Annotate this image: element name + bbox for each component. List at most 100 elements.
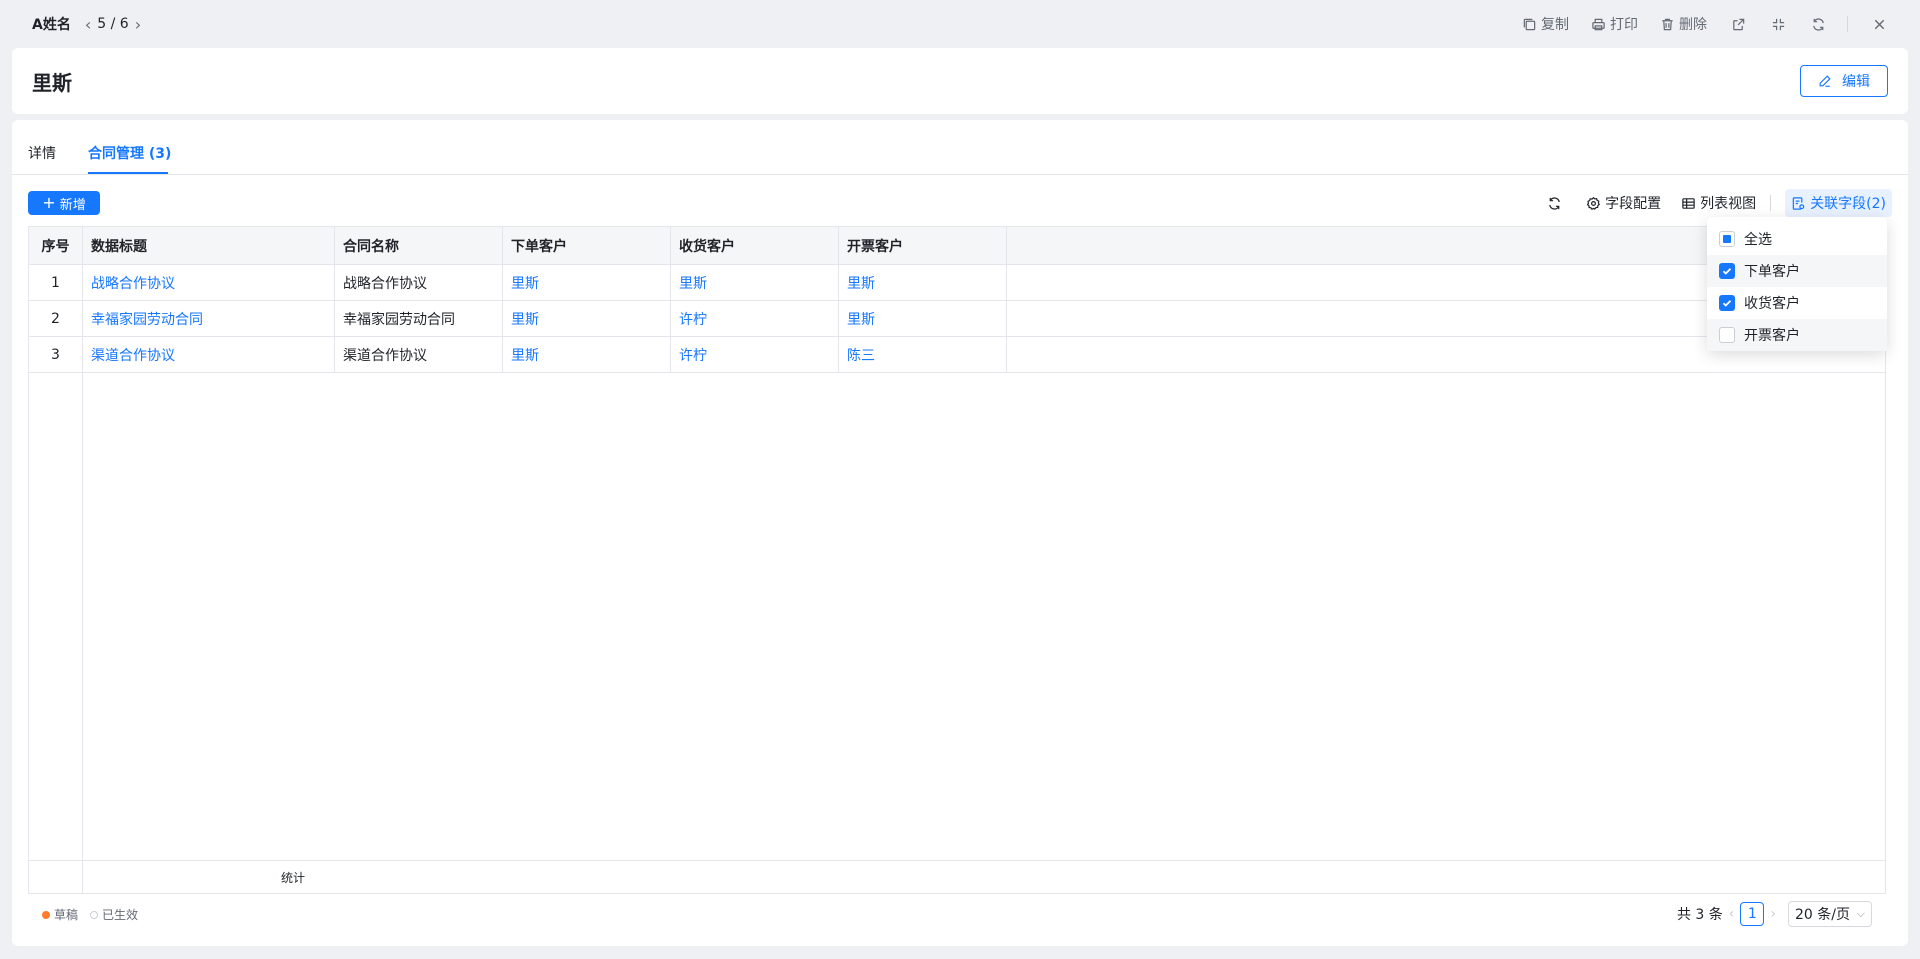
add-button[interactable]: + 新增 — [28, 191, 100, 215]
select-all-checkbox[interactable] — [1719, 231, 1735, 247]
order-customer-checkbox[interactable] — [1719, 263, 1735, 279]
row-contract: 渠道合作协议 — [335, 337, 503, 372]
prev-page-icon[interactable]: ‹ — [1729, 906, 1735, 922]
active-status-label: 已生效 — [102, 908, 139, 922]
invoice-customer-option[interactable]: 开票客户 — [1707, 319, 1887, 351]
receive-customer-option[interactable]: 收货客户 — [1707, 287, 1887, 319]
check-icon — [1722, 268, 1732, 275]
record-header: 里斯 编辑 — [12, 48, 1908, 114]
draft-status-label: 草稿 — [54, 908, 79, 922]
column-header-index: 序号 — [29, 227, 83, 264]
related-fields-popover: 全选 下单客户 收货客户 开票客户 — [1707, 217, 1887, 351]
table-row: 1 战略合作协议 战略合作协议 里斯 里斯 里斯 — [29, 265, 1885, 301]
row-index: 2 — [29, 301, 83, 336]
row-invoice-customer-link[interactable]: 里斯 — [839, 265, 1007, 300]
divider — [1847, 16, 1848, 32]
row-order-customer-link[interactable]: 里斯 — [503, 301, 671, 336]
refresh-icon[interactable] — [1809, 15, 1827, 33]
page-size-value: 20 条/页 — [1795, 907, 1850, 923]
related-fields-button[interactable]: 关联字段(2) — [1785, 189, 1892, 217]
select-all-option[interactable]: 全选 — [1707, 223, 1887, 255]
list-view-button[interactable]: 列表视图 — [1681, 193, 1756, 213]
open-external-icon[interactable] — [1729, 15, 1747, 33]
printer-icon — [1592, 18, 1605, 30]
main-panel: 详情 合同管理 (3) + 新增 字段配置 列表视图 关联字段(2) 序号 数据… — [12, 120, 1908, 946]
column-header-title: 数据标题 — [83, 227, 335, 264]
row-receive-customer-link[interactable]: 里斯 — [671, 265, 839, 300]
page-size-select[interactable]: 20 条/页 ⌵ — [1788, 901, 1872, 927]
row-title-link[interactable]: 幸福家园劳动合同 — [83, 301, 335, 336]
top-bar: A姓名 ‹ 5 / 6 › 复制 打印 删除 — [0, 0, 1920, 48]
summary-label: 统计 — [280, 870, 305, 885]
print-label: 打印 — [1610, 17, 1638, 33]
table-row: 3 渠道合作协议 渠道合作协议 里斯 许柠 陈三 — [29, 337, 1885, 373]
plus-icon: + — [42, 193, 56, 212]
row-contract: 幸福家园劳动合同 — [335, 301, 503, 336]
tab-bar: 详情 合同管理 (3) — [12, 120, 1908, 175]
trash-icon — [1662, 18, 1673, 30]
close-icon[interactable] — [1870, 15, 1888, 33]
total-count: 共 3 条 — [1676, 907, 1723, 923]
active-status-dot — [90, 910, 99, 919]
column-header-invoice-customer: 开票客户 — [839, 227, 1007, 264]
record-type-title: A姓名 — [32, 17, 71, 33]
edit-icon — [1819, 75, 1831, 87]
contracts-table: 序号 数据标题 合同名称 下单客户 收货客户 开票客户 1 战略合作协议 战略合… — [28, 226, 1886, 894]
delete-label: 删除 — [1679, 17, 1707, 33]
status-legend: 草稿 已生效 — [42, 906, 138, 923]
edit-label: 编辑 — [1842, 74, 1870, 90]
prev-record-icon[interactable]: ‹ — [81, 15, 95, 34]
tab-contracts[interactable]: 合同管理 (3) — [88, 143, 171, 163]
column-header-order-customer: 下单客户 — [503, 227, 671, 264]
copy-button[interactable]: 复制 — [1522, 14, 1569, 34]
active-tab-indicator — [88, 172, 168, 174]
refresh-icon — [1549, 196, 1560, 210]
row-title-link[interactable]: 渠道合作协议 — [83, 337, 335, 372]
next-page-icon[interactable]: › — [1770, 906, 1776, 922]
option-label: 开票客户 — [1744, 328, 1800, 344]
pagination: 共 3 条 ‹ 1 › 20 条/页 ⌵ — [1677, 901, 1872, 927]
table-refresh-button[interactable] — [1547, 196, 1566, 211]
row-invoice-customer-link[interactable]: 里斯 — [839, 301, 1007, 336]
row-index: 3 — [29, 337, 83, 372]
option-label: 下单客户 — [1744, 264, 1800, 280]
print-button[interactable]: 打印 — [1591, 14, 1638, 34]
table-summary-row: 统计 — [29, 860, 1885, 893]
row-order-customer-link[interactable]: 里斯 — [503, 265, 671, 300]
receive-customer-checkbox[interactable] — [1719, 295, 1735, 311]
tab-details[interactable]: 详情 — [28, 143, 56, 163]
check-icon — [1722, 300, 1732, 307]
row-invoice-customer-link[interactable]: 陈三 — [839, 337, 1007, 372]
delete-button[interactable]: 删除 — [1660, 14, 1707, 34]
next-record-icon[interactable]: › — [131, 15, 145, 34]
pager-text: 5 / 6 — [97, 16, 129, 32]
record-pager: ‹ 5 / 6 › — [81, 15, 145, 34]
row-receive-customer-link[interactable]: 许柠 — [671, 337, 839, 372]
copy-icon — [1523, 18, 1536, 30]
add-label: 新增 — [59, 197, 86, 213]
current-page-button[interactable]: 1 — [1740, 902, 1765, 926]
column-header-receive-customer: 收货客户 — [671, 227, 839, 264]
row-index: 1 — [29, 265, 83, 300]
row-contract: 战略合作协议 — [335, 265, 503, 300]
table-toolbar: + 新增 字段配置 列表视图 关联字段(2) — [28, 189, 1892, 217]
row-receive-customer-link[interactable]: 许柠 — [671, 301, 839, 336]
row-title-link[interactable]: 战略合作协议 — [83, 265, 335, 300]
field-config-button[interactable]: 字段配置 — [1586, 193, 1661, 213]
order-customer-option[interactable]: 下单客户 — [1707, 255, 1887, 287]
field-config-label: 字段配置 — [1605, 196, 1662, 212]
gear-icon — [1586, 196, 1601, 210]
summary-index-cell — [29, 861, 83, 893]
invoice-customer-checkbox[interactable] — [1719, 327, 1735, 343]
option-label: 收货客户 — [1744, 296, 1800, 312]
table-row: 2 幸福家园劳动合同 幸福家园劳动合同 里斯 许柠 里斯 — [29, 301, 1885, 337]
collapse-icon[interactable] — [1769, 15, 1787, 33]
list-view-label: 列表视图 — [1700, 196, 1757, 212]
table-header: 序号 数据标题 合同名称 下单客户 收货客户 开票客户 — [29, 227, 1885, 265]
table-icon — [1682, 197, 1695, 209]
row-order-customer-link[interactable]: 里斯 — [503, 337, 671, 372]
index-column-fill — [29, 373, 83, 860]
edit-button[interactable]: 编辑 — [1800, 65, 1888, 97]
option-label: 全选 — [1744, 232, 1772, 248]
toolbar-right: 字段配置 列表视图 关联字段(2) — [1527, 189, 1892, 217]
